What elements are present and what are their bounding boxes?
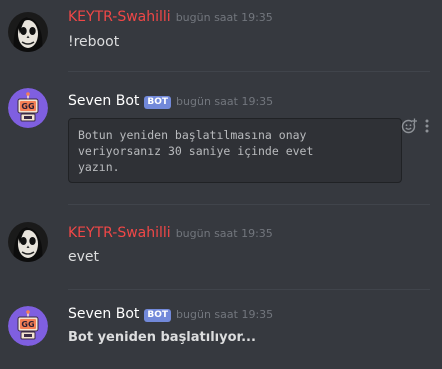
bot-tag: BOT bbox=[144, 309, 172, 322]
message-header: KEYTR-Swahilli bugün saat 19:35 bbox=[68, 9, 273, 25]
code-block: Botun yeniden başlatılmasına onay veriyor… bbox=[68, 118, 402, 183]
user-avatar[interactable] bbox=[8, 12, 48, 52]
code-line: veriyorsanız 30 saniye içinde evet bbox=[78, 144, 314, 158]
user-avatar[interactable] bbox=[8, 222, 48, 262]
message-text: !reboot bbox=[68, 34, 120, 50]
svg-text:GG: GG bbox=[21, 102, 34, 111]
gg-robot-icon: GG bbox=[8, 88, 48, 128]
code-line: Botun yeniden başlatılmasına onay bbox=[78, 128, 307, 142]
bot-tag: BOT bbox=[144, 96, 172, 109]
username[interactable]: KEYTR-Swahilli bbox=[68, 225, 171, 241]
timestamp: bugün saat 19:35 bbox=[176, 95, 274, 108]
add-reaction-button[interactable] bbox=[401, 118, 417, 134]
gg-robot-icon: GG bbox=[8, 306, 48, 346]
username[interactable]: KEYTR-Swahilli bbox=[68, 9, 171, 25]
bot-avatar[interactable]: GG bbox=[8, 306, 48, 346]
more-options-icon bbox=[425, 119, 429, 133]
message-header: Seven Bot BOT bugün saat 19:35 bbox=[68, 306, 273, 323]
timestamp: bugün saat 19:35 bbox=[175, 11, 273, 24]
svg-text:GG: GG bbox=[21, 320, 34, 329]
add-reaction-icon bbox=[401, 118, 417, 134]
message-header: KEYTR-Swahilli bugün saat 19:35 bbox=[68, 225, 273, 241]
message-text: evet bbox=[68, 249, 100, 265]
bot-avatar[interactable]: GG bbox=[8, 88, 48, 128]
message-divider bbox=[68, 71, 430, 72]
message-text: Bot yeniden başlatılıyor... bbox=[68, 330, 256, 345]
skull-face-icon bbox=[8, 12, 48, 52]
username[interactable]: Seven Bot bbox=[68, 93, 139, 109]
message-header: Seven Bot BOT bugün saat 19:35 bbox=[68, 93, 273, 110]
message-divider bbox=[68, 289, 430, 290]
skull-face-icon bbox=[8, 222, 48, 262]
timestamp: bugün saat 19:35 bbox=[176, 308, 274, 321]
username[interactable]: Seven Bot bbox=[68, 306, 139, 322]
more-options-button[interactable] bbox=[424, 118, 430, 134]
timestamp: bugün saat 19:35 bbox=[175, 227, 273, 240]
code-line: yazın. bbox=[78, 160, 120, 174]
message-divider bbox=[68, 204, 430, 205]
